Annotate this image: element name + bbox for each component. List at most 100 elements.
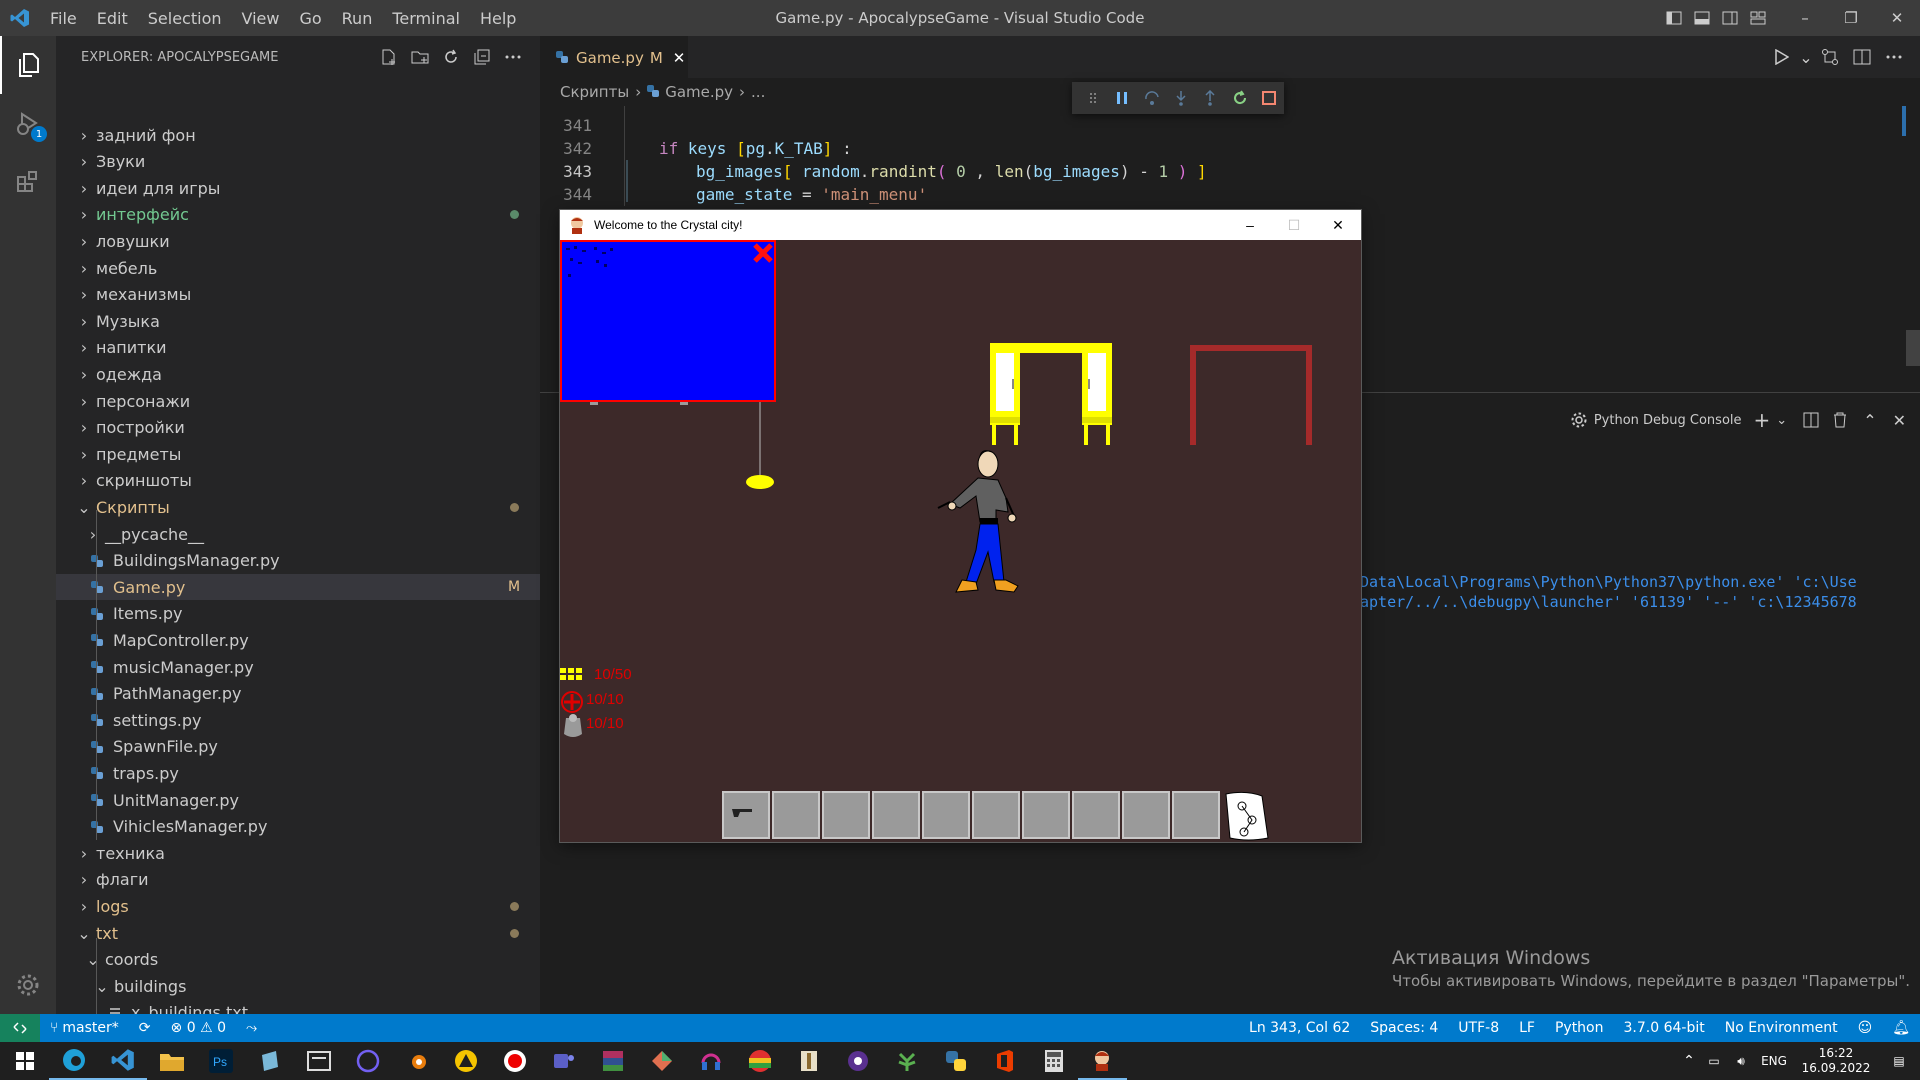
python-interpreter[interactable]: 3.7.0 64-bit [1614, 1020, 1715, 1036]
step-over-icon[interactable] [1137, 90, 1166, 106]
maximize-panel-icon[interactable]: ⌃ [1863, 411, 1876, 430]
game-minimize-button[interactable]: – [1228, 210, 1272, 240]
menu-selection[interactable]: Selection [138, 9, 232, 28]
extensions-icon[interactable] [0, 152, 56, 210]
tree-folder[interactable]: › скриншоты [56, 468, 540, 494]
restore-button[interactable]: ❐ [1828, 0, 1874, 36]
customize-layout-icon[interactable] [1744, 0, 1772, 36]
debug-launch-icon[interactable]: ⤳ [236, 1020, 267, 1036]
inventory-slot[interactable] [722, 791, 770, 839]
inventory-slot[interactable] [872, 791, 920, 839]
viber-icon[interactable] [343, 1042, 392, 1080]
more-actions-icon[interactable] [497, 48, 528, 66]
app-diamond-icon[interactable] [637, 1042, 686, 1080]
winrar-icon[interactable] [588, 1042, 637, 1080]
tree-folder[interactable]: › идеи для игры [56, 175, 540, 201]
app-stick-icon[interactable] [784, 1042, 833, 1080]
inventory-slot[interactable] [822, 791, 870, 839]
breadcrumb-folder[interactable]: Скрипты [560, 83, 629, 101]
encoding[interactable]: UTF-8 [1448, 1020, 1509, 1036]
recorder-icon[interactable] [490, 1042, 539, 1080]
menu-run[interactable]: Run [332, 9, 383, 28]
tree-file[interactable]: Game.py M [56, 574, 540, 601]
tree-file[interactable]: settings.py [56, 707, 540, 733]
cursor-position[interactable]: Ln 343, Col 62 [1239, 1020, 1360, 1036]
tree-folder[interactable]: › ловушки [56, 228, 540, 254]
toggle-panel-icon[interactable] [1688, 0, 1716, 36]
volume-icon[interactable]: 🔊︎ [1728, 1054, 1754, 1069]
player-character[interactable] [910, 446, 1040, 616]
new-file-icon[interactable] [373, 48, 404, 66]
python-environment[interactable]: No Environment [1715, 1020, 1848, 1036]
language-mode[interactable]: Python [1545, 1020, 1614, 1036]
plant-app-icon[interactable] [882, 1042, 931, 1080]
tree-folder[interactable]: › задний фон [56, 122, 540, 148]
minimize-button[interactable]: – [1782, 0, 1828, 36]
compare-changes-icon[interactable] [1814, 48, 1846, 66]
game-canvas[interactable]: 10/50 10/10 10/10 [560, 240, 1361, 842]
inventory-slot[interactable] [972, 791, 1020, 839]
tree-folder[interactable]: › Музыка [56, 308, 540, 334]
run-debug-icon[interactable]: 1 [0, 94, 56, 152]
app-triangle-icon[interactable] [441, 1042, 490, 1080]
tree-folder[interactable]: › механизмы [56, 282, 540, 308]
more-actions-icon[interactable] [1878, 54, 1910, 60]
drag-handle-icon[interactable] [1078, 92, 1107, 104]
restart-icon[interactable] [1225, 90, 1254, 106]
tree-folder[interactable]: › флаги [56, 867, 540, 893]
close-panel-icon[interactable]: ✕ [1893, 411, 1906, 430]
end-of-line[interactable]: LF [1509, 1020, 1545, 1036]
tray-overflow-icon[interactable]: ⌃ [1678, 1053, 1700, 1069]
tree-file[interactable]: Items.py [56, 601, 540, 627]
minimap-close-icon[interactable] [752, 242, 774, 264]
tree-folder[interactable]: › техника [56, 840, 540, 866]
menu-file[interactable]: File [40, 9, 87, 28]
game-title-bar[interactable]: Welcome to the Crystal city! – ☐ ✕ [560, 210, 1361, 240]
inventory-slot[interactable] [1122, 791, 1170, 839]
tree-file[interactable]: PathManager.py [56, 681, 540, 707]
tree-folder[interactable]: › постройки [56, 415, 540, 441]
tree-folder[interactable]: ⌄ txt [56, 920, 540, 946]
game-window[interactable]: Welcome to the Crystal city! – ☐ ✕ 10/50… [560, 210, 1361, 842]
tree-folder[interactable]: ⌄ coords [56, 947, 540, 973]
tab-game-py[interactable]: Game.py M ✕ [540, 36, 688, 78]
inventory-slot[interactable] [1172, 791, 1220, 839]
tree-file[interactable]: x_buildings.txt [56, 1000, 540, 1014]
input-language[interactable]: ENG [1754, 1054, 1794, 1068]
office-icon[interactable] [980, 1042, 1029, 1080]
terminal-select[interactable]: Python Debug Console [1594, 413, 1742, 428]
tree-folder[interactable]: › Звуки [56, 149, 540, 175]
file-explorer-icon[interactable] [147, 1042, 196, 1080]
minimap[interactable] [560, 240, 776, 402]
tree-file[interactable]: SpawnFile.py [56, 734, 540, 760]
paint-app-icon[interactable] [245, 1042, 294, 1080]
pygame-taskbar-icon[interactable] [1078, 1042, 1127, 1080]
menu-help[interactable]: Help [470, 9, 526, 28]
git-branch[interactable]: ⑂ master* [40, 1020, 129, 1036]
tree-folder[interactable]: › интерфейс [56, 202, 540, 228]
tree-folder[interactable]: ⌄ Скрипты [56, 494, 540, 520]
notifications-bell-icon[interactable]: 🔔︎ [1882, 1020, 1920, 1036]
close-button[interactable]: ✕ [1874, 0, 1920, 36]
tree-folder[interactable]: › предметы [56, 441, 540, 467]
headphones-app-icon[interactable] [686, 1042, 735, 1080]
tree-file[interactable]: BuildingsManager.py [56, 548, 540, 574]
vscode-taskbar-icon[interactable] [98, 1042, 147, 1080]
python-idle-icon[interactable] [931, 1042, 980, 1080]
feedback-icon[interactable]: ☺ [1848, 1020, 1883, 1036]
map-scroll-icon[interactable] [1222, 790, 1270, 842]
tree-file[interactable]: traps.py [56, 760, 540, 786]
add-terminal-icon[interactable]: + [1754, 408, 1771, 432]
photoshop-icon[interactable]: Ps [196, 1042, 245, 1080]
pause-icon[interactable] [1107, 91, 1136, 105]
new-folder-icon[interactable] [404, 48, 435, 66]
inventory-slot[interactable] [772, 791, 820, 839]
split-terminal-icon[interactable] [1803, 412, 1819, 428]
problems-indicator[interactable]: ⊗ 0 ⚠ 0 [161, 1020, 237, 1036]
sync-icon[interactable]: ⟳ [129, 1020, 161, 1036]
remote-indicator-icon[interactable] [0, 1014, 40, 1042]
stop-icon[interactable] [1255, 91, 1284, 105]
media-player-icon[interactable] [833, 1042, 882, 1080]
run-dropdown-icon[interactable]: ⌄ [1798, 48, 1814, 67]
network-icon[interactable]: ▭ [1700, 1054, 1728, 1068]
